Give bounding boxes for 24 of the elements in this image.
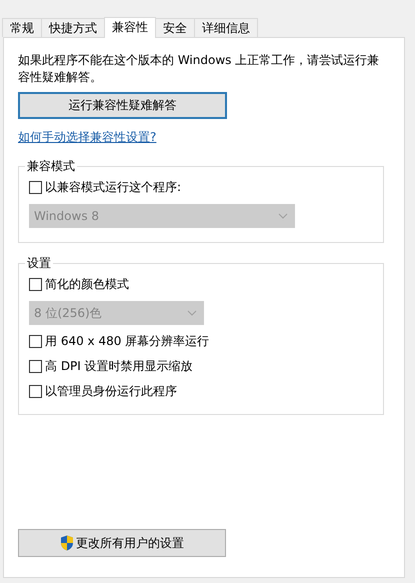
checkbox[interactable] (29, 360, 42, 373)
checkbox[interactable] (29, 385, 42, 398)
tab[interactable]: 兼容性 (104, 17, 156, 38)
tab[interactable]: 快捷方式 (41, 18, 105, 37)
tab[interactable]: 常规 (2, 18, 42, 37)
shield-icon (60, 535, 74, 551)
checkbox[interactable] (29, 335, 42, 348)
checkbox-label: 以管理员身份运行此程序 (45, 383, 177, 400)
group-title: 设置 (26, 255, 52, 272)
intro-text: 如果此程序不能在这个版本的 Windows 上正常工作，请尝试运行兼容性疑难解答。 (18, 52, 380, 86)
chevron-icon (278, 213, 288, 219)
tab[interactable]: 安全 (155, 18, 195, 37)
tab[interactable]: 详细信息 (194, 18, 258, 37)
checkbox[interactable] (29, 278, 42, 291)
checkbox-label: 简化的颜色模式 (45, 276, 129, 293)
group-title: 兼容模式 (26, 158, 76, 175)
troubleshoot-button[interactable]: 运行兼容性疑难解答 (18, 92, 227, 119)
chevron-icon (187, 310, 197, 316)
change-all-users-button[interactable]: 更改所有用户的设置 (18, 529, 226, 557)
checkbox-label: 用 640 x 480 屏幕分辨率运行 (45, 333, 210, 350)
checkbox-label: 高 DPI 设置时禁用显示缩放 (45, 358, 193, 375)
checkbox-label: 以兼容模式运行这个程序: (45, 179, 182, 196)
help-link[interactable]: 如何手动选择兼容性设置? (18, 129, 156, 146)
checkbox[interactable] (29, 181, 42, 194)
